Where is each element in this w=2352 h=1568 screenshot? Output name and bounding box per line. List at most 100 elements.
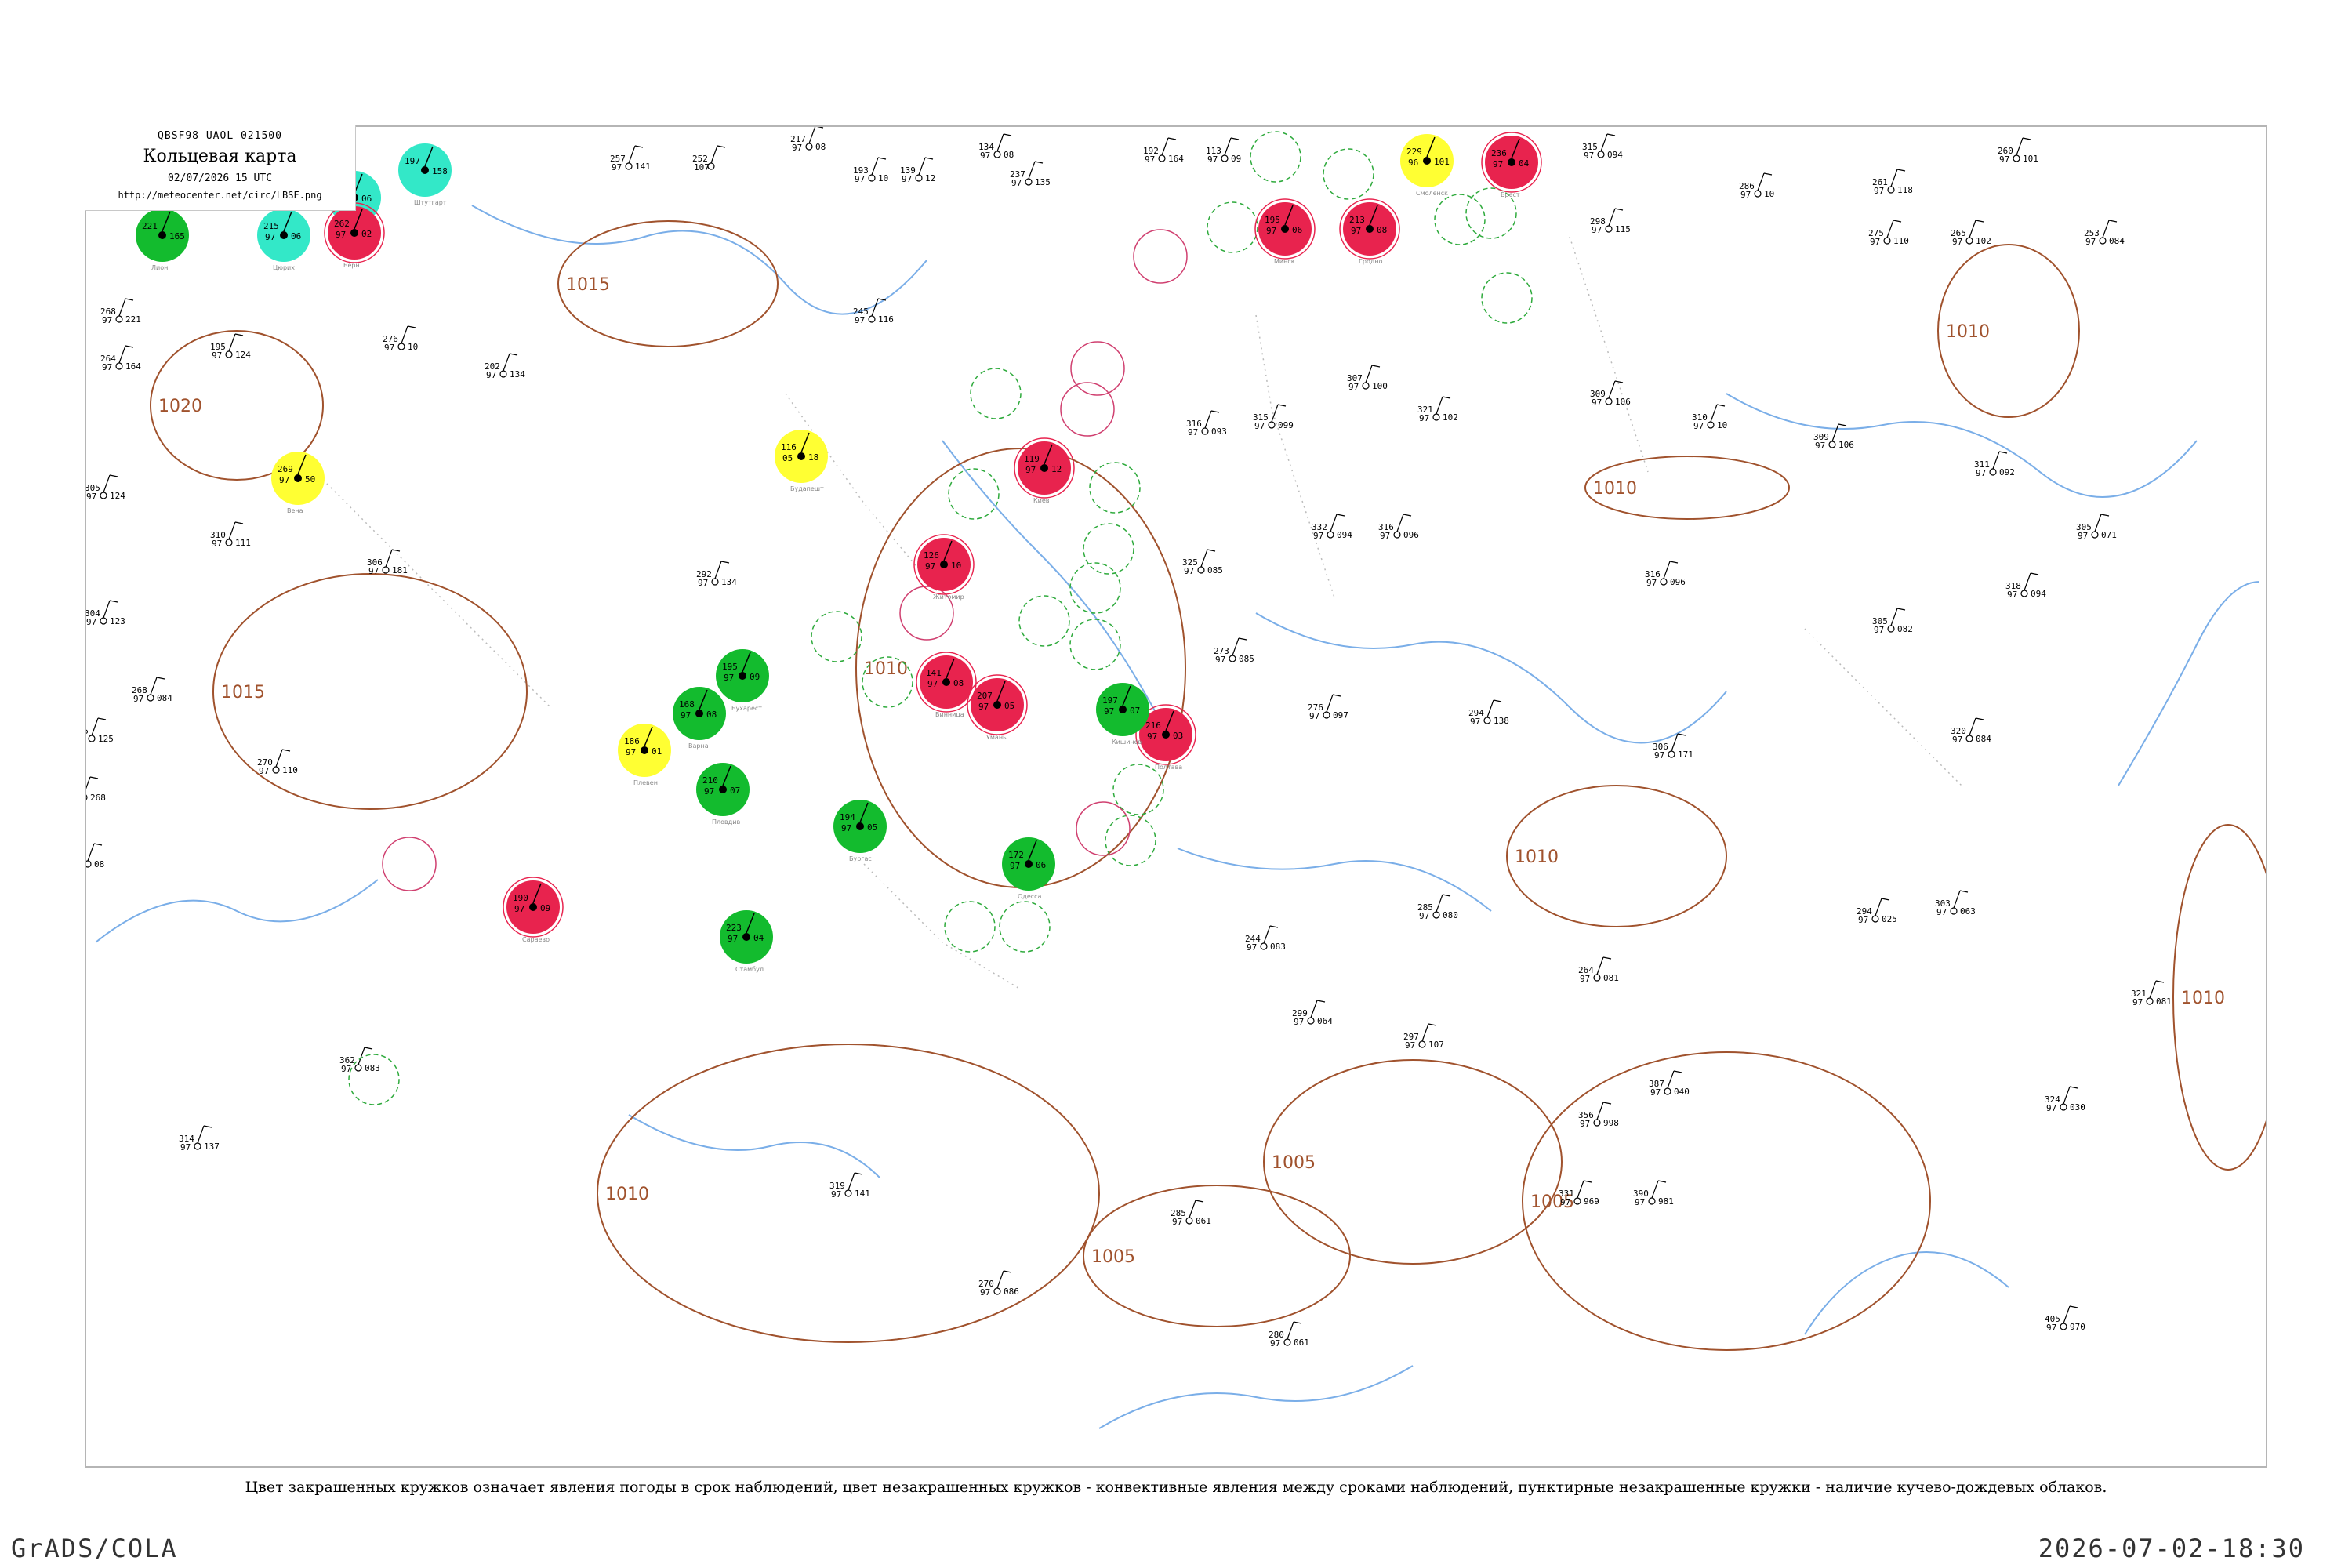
station-dewpoint: 268 [90,793,106,803]
station-pressure: 97 [855,315,865,325]
weather-station: 19597 09 Бухарест [716,649,769,712]
station-pressure: 97 [2132,997,2143,1007]
wind-barb-tick [717,145,726,148]
station-plot: 31597 094 [1582,133,1623,161]
station-marker [1393,531,1401,539]
station-marker [1828,441,1836,448]
weather-station: 21397 08 Гродно [1339,198,1400,265]
weather-station: 11605 18 Будапешт [775,430,828,492]
station-plot: 19297 164 [1143,137,1184,165]
wind-barb-tick [109,474,118,477]
station-plot: 31497 137 [179,1125,220,1152]
cb-cloud-circle [948,468,1000,520]
wind-barb-tick [1442,396,1451,399]
wind-barb [1875,898,1882,916]
station-name: Житомир [933,593,964,601]
station-marker [625,162,633,170]
wind-barb-tick [1896,608,1906,611]
station-dewpoint: 085 [1207,565,1223,575]
cb-cloud-circle [1105,815,1156,866]
station-dewpoint: 134 [510,369,525,379]
station-dewpoint: 08 [94,859,104,869]
station-dewpoint: 061 [1294,1338,1309,1348]
station-pressure: 97 [698,578,708,588]
station-marker [2060,1103,2067,1111]
station-pressure: 97 [1380,531,1390,541]
wind-barb [103,474,111,493]
station-temp: 141 [926,668,942,678]
station-plot: 28597 061 [1171,1200,1211,1227]
station-marker [158,231,166,239]
wind-barb-tick [1371,365,1381,368]
wind-barb-tick [364,1047,373,1050]
station-dewpoint: 158 [432,166,448,176]
station-name: Вена [287,507,303,514]
station-dewpoint: 05 [1004,701,1014,711]
wind-barb-tick [1673,1070,1682,1073]
station-pressure: 97 [341,1064,351,1074]
station-marker [1648,1197,1656,1205]
wind-barb-tick [109,600,118,603]
cb-cloud-circle [1069,619,1121,670]
station-marker [1283,1338,1291,1346]
station-dewpoint: 171 [1678,750,1693,760]
station-marker [1366,225,1374,233]
station-temp: 210 [702,775,718,786]
station-pressure: 97 [1740,190,1751,200]
weather-station: 12697 10 Житомир [913,534,975,601]
station-temp: 194 [840,812,855,822]
station-plot: 2289708 [86,843,104,869]
wind-barb-tick [1332,694,1341,697]
station-plot: 29897 115 [1590,208,1631,235]
station-marker [1268,421,1276,429]
station-marker [1307,1017,1315,1025]
wind-barb [1326,694,1334,713]
border-line [1255,314,1335,598]
station-pressure: 97 [1351,226,1361,236]
map-url[interactable]: http://meteocenter.net/circ/LBSF.png [85,190,355,201]
wind-barb-tick [407,325,416,328]
station-plot: 29497 138 [1468,699,1509,727]
isobar-label: 1010 [1593,479,1637,499]
station-name: Цюрих [273,264,295,271]
station-pressure: 97 [831,1189,841,1200]
station-pressure: 97 [1313,531,1323,541]
wind-barb [1365,365,1373,383]
station-temp: 213 [1349,215,1365,225]
convective-circle [1070,341,1125,396]
station-pressure: 97 [1999,154,2009,165]
station-marker [1593,1119,1601,1127]
wind-barb [1161,137,1169,156]
wind-barb [1831,423,1839,442]
river-line [628,1114,880,1178]
isobar-label: 1020 [158,397,202,416]
isobar-11: 1010 [2172,824,2266,1171]
river-line [1726,393,2198,498]
wind-barb-tick [1975,220,1984,223]
station-temp: 186 [624,736,640,746]
wind-barb-tick [97,717,107,720]
wind-barb-tick [234,333,244,336]
station-plot: 30697 171 [1653,733,1693,760]
wind-barb-tick [1716,404,1726,407]
wind-barb [150,677,158,695]
river-line [1804,1251,2009,1335]
wind-barb-tick [281,749,291,752]
station-marker [225,350,233,358]
cb-cloud-circle [1481,272,1533,324]
station-pressure: 97 [2007,590,2017,600]
cb-cloud-circle [1323,148,1374,200]
station-marker [868,315,876,323]
station-name: Киев [1033,497,1050,504]
station-name: Кишинев [1112,739,1142,746]
wind-barb [1028,161,1036,180]
station-dewpoint: 969 [1584,1196,1599,1207]
station-marker [2146,997,2154,1005]
cb-cloud-circle [1018,595,1070,647]
station-dewpoint: 08 [706,710,717,720]
station-marker [1025,860,1033,868]
station-temp: 190 [513,893,528,903]
station-dewpoint: 080 [1443,910,1458,920]
station-pressure: 97 [1145,154,1155,165]
wind-barb [503,353,510,372]
